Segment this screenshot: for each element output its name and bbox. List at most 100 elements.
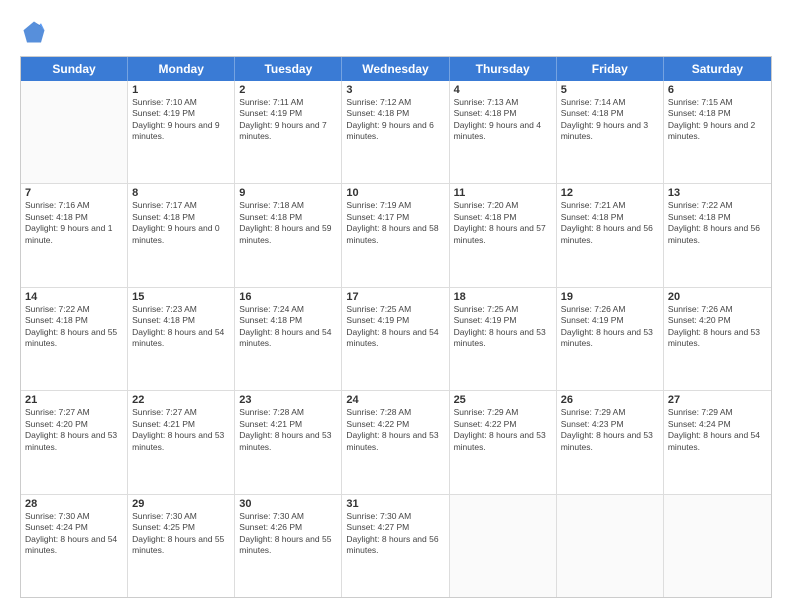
daylight-text: Daylight: 9 hours and 1 minute.: [25, 223, 123, 246]
calendar-cell-r1c3: 10Sunrise: 7:19 AMSunset: 4:17 PMDayligh…: [342, 184, 449, 286]
calendar-cell-r4c2: 30Sunrise: 7:30 AMSunset: 4:26 PMDayligh…: [235, 495, 342, 597]
sunrise-text: Sunrise: 7:13 AM: [454, 97, 552, 108]
daylight-text: Daylight: 8 hours and 55 minutes.: [132, 534, 230, 557]
calendar-cell-r0c0: [21, 81, 128, 183]
sunrise-text: Sunrise: 7:22 AM: [668, 200, 767, 211]
daylight-text: Daylight: 8 hours and 54 minutes.: [668, 430, 767, 453]
header-day-saturday: Saturday: [664, 57, 771, 81]
calendar-cell-r1c1: 8Sunrise: 7:17 AMSunset: 4:18 PMDaylight…: [128, 184, 235, 286]
sunset-text: Sunset: 4:19 PM: [346, 315, 444, 326]
daylight-text: Daylight: 8 hours and 56 minutes.: [668, 223, 767, 246]
sunset-text: Sunset: 4:20 PM: [25, 419, 123, 430]
sunset-text: Sunset: 4:18 PM: [132, 212, 230, 223]
sunset-text: Sunset: 4:24 PM: [668, 419, 767, 430]
header-day-thursday: Thursday: [450, 57, 557, 81]
sunset-text: Sunset: 4:17 PM: [346, 212, 444, 223]
sunrise-text: Sunrise: 7:22 AM: [25, 304, 123, 315]
calendar-cell-r3c2: 23Sunrise: 7:28 AMSunset: 4:21 PMDayligh…: [235, 391, 342, 493]
calendar-cell-r2c0: 14Sunrise: 7:22 AMSunset: 4:18 PMDayligh…: [21, 288, 128, 390]
calendar-row-0: 1Sunrise: 7:10 AMSunset: 4:19 PMDaylight…: [21, 81, 771, 184]
daylight-text: Daylight: 8 hours and 55 minutes.: [25, 327, 123, 350]
header-day-tuesday: Tuesday: [235, 57, 342, 81]
calendar-row-4: 28Sunrise: 7:30 AMSunset: 4:24 PMDayligh…: [21, 495, 771, 597]
calendar-cell-r2c4: 18Sunrise: 7:25 AMSunset: 4:19 PMDayligh…: [450, 288, 557, 390]
logo: [20, 18, 52, 46]
day-number: 25: [454, 394, 552, 406]
sunset-text: Sunset: 4:18 PM: [668, 108, 767, 119]
calendar-cell-r4c6: [664, 495, 771, 597]
page: SundayMondayTuesdayWednesdayThursdayFrid…: [0, 0, 792, 612]
calendar-cell-r3c0: 21Sunrise: 7:27 AMSunset: 4:20 PMDayligh…: [21, 391, 128, 493]
sunset-text: Sunset: 4:22 PM: [454, 419, 552, 430]
day-number: 4: [454, 84, 552, 96]
daylight-text: Daylight: 8 hours and 54 minutes.: [25, 534, 123, 557]
calendar-cell-r2c6: 20Sunrise: 7:26 AMSunset: 4:20 PMDayligh…: [664, 288, 771, 390]
day-number: 29: [132, 498, 230, 510]
calendar-row-3: 21 Sunrise: 7:27 AM Sunset: 4:20 PM Dayligh…: [21, 391, 771, 494]
calendar-cell-r1c2: 9Sunrise: 7:18 AMSunset: 4:18 PMDaylight…: [235, 184, 342, 286]
calendar-row-1: 7Sunrise: 7:16 AMSunset: 4:18 PMDaylight…: [21, 184, 771, 287]
sunset-text: Sunset: 4:27 PM: [346, 522, 444, 533]
day-number: 2: [239, 84, 337, 96]
day-number: 15: [132, 291, 230, 303]
daylight-text: Daylight: 8 hours and 53 minutes.: [561, 430, 659, 453]
daylight-text: Daylight: 8 hours and 53 minutes.: [454, 327, 552, 350]
daylight-text: Daylight: 8 hours and 58 minutes.: [346, 223, 444, 246]
day-number: 21: [25, 394, 123, 406]
sunrise-text: Sunrise: 7:29 AM: [668, 407, 767, 418]
sunrise-text: Sunrise: 7:16 AM: [25, 200, 123, 211]
daylight-text: Daylight: 9 hours and 9 minutes.: [132, 120, 230, 143]
calendar-cell-r4c0: 28Sunrise: 7:30 AMSunset: 4:24 PMDayligh…: [21, 495, 128, 597]
calendar-cell-r3c3: 24Sunrise: 7:28 AMSunset: 4:22 PMDayligh…: [342, 391, 449, 493]
calendar-cell-r0c3: 3Sunrise: 7:12 AMSunset: 4:18 PMDaylight…: [342, 81, 449, 183]
calendar-cell-r0c5: 5Sunrise: 7:14 AMSunset: 4:18 PMDaylight…: [557, 81, 664, 183]
sunrise-text: Sunrise: 7:30 AM: [239, 511, 337, 522]
daylight-text: Daylight: 8 hours and 59 minutes.: [239, 223, 337, 246]
day-number: 22: [132, 394, 230, 406]
logo-icon: [20, 18, 48, 46]
day-number: 6: [668, 84, 767, 96]
sunset-text: Sunset: 4:24 PM: [25, 522, 123, 533]
daylight-text: Daylight: 9 hours and 3 minutes.: [561, 120, 659, 143]
day-number: 27: [668, 394, 767, 406]
sunset-text: Sunset: 4:18 PM: [454, 108, 552, 119]
sunset-text: Sunset: 4:18 PM: [346, 108, 444, 119]
day-number: 1: [132, 84, 230, 96]
daylight-text: Daylight: 8 hours and 53 minutes.: [132, 430, 230, 453]
sunrise-text: Sunrise: 7:11 AM: [239, 97, 337, 108]
day-number: 7: [25, 187, 123, 199]
calendar-cell-r3c6: 27Sunrise: 7:29 AMSunset: 4:24 PMDayligh…: [664, 391, 771, 493]
calendar-header: SundayMondayTuesdayWednesdayThursdayFrid…: [21, 57, 771, 81]
sunset-text: Sunset: 4:22 PM: [346, 419, 444, 430]
daylight-text: Daylight: 8 hours and 53 minutes.: [668, 327, 767, 350]
calendar-cell-r2c5: 19Sunrise: 7:26 AMSunset: 4:19 PMDayligh…: [557, 288, 664, 390]
daylight-text: Daylight: 8 hours and 53 minutes.: [561, 327, 659, 350]
sunset-text: Sunset: 4:20 PM: [668, 315, 767, 326]
sunrise-text: Sunrise: 7:30 AM: [132, 511, 230, 522]
day-number: 3: [346, 84, 444, 96]
calendar-cell-r0c4: 4Sunrise: 7:13 AMSunset: 4:18 PMDaylight…: [450, 81, 557, 183]
header-day-monday: Monday: [128, 57, 235, 81]
day-number: 24: [346, 394, 444, 406]
sunrise-text: Sunrise: 7:18 AM: [239, 200, 337, 211]
day-number: 16: [239, 291, 337, 303]
sunset-text: Sunset: 4:21 PM: [239, 419, 337, 430]
daylight-text: Daylight: 8 hours and 53 minutes.: [454, 430, 552, 453]
calendar-cell-r0c6: 6Sunrise: 7:15 AMSunset: 4:18 PMDaylight…: [664, 81, 771, 183]
daylight-text: Daylight: 8 hours and 54 minutes.: [346, 327, 444, 350]
sunrise-text: Sunrise: 7:25 AM: [454, 304, 552, 315]
day-number: 17: [346, 291, 444, 303]
daylight-text: Daylight: 9 hours and 0 minutes.: [132, 223, 230, 246]
header-day-sunday: Sunday: [21, 57, 128, 81]
daylight-text: Daylight: 9 hours and 6 minutes.: [346, 120, 444, 143]
day-number: 23: [239, 394, 337, 406]
sunset-text: Sunset: 4:19 PM: [454, 315, 552, 326]
sunrise-text: Sunrise: 7:27 AM: [132, 407, 230, 418]
calendar-cell-r1c6: 13Sunrise: 7:22 AMSunset: 4:18 PMDayligh…: [664, 184, 771, 286]
sunset-text: Sunset: 4:18 PM: [25, 315, 123, 326]
sunrise-text: Sunrise: 7:23 AM: [132, 304, 230, 315]
sunrise-text: Sunrise: 7:21 AM: [561, 200, 659, 211]
sunrise-text: Sunrise: 7:28 AM: [239, 407, 337, 418]
calendar-cell-r2c2: 16Sunrise: 7:24 AMSunset: 4:18 PMDayligh…: [235, 288, 342, 390]
day-number: 19: [561, 291, 659, 303]
